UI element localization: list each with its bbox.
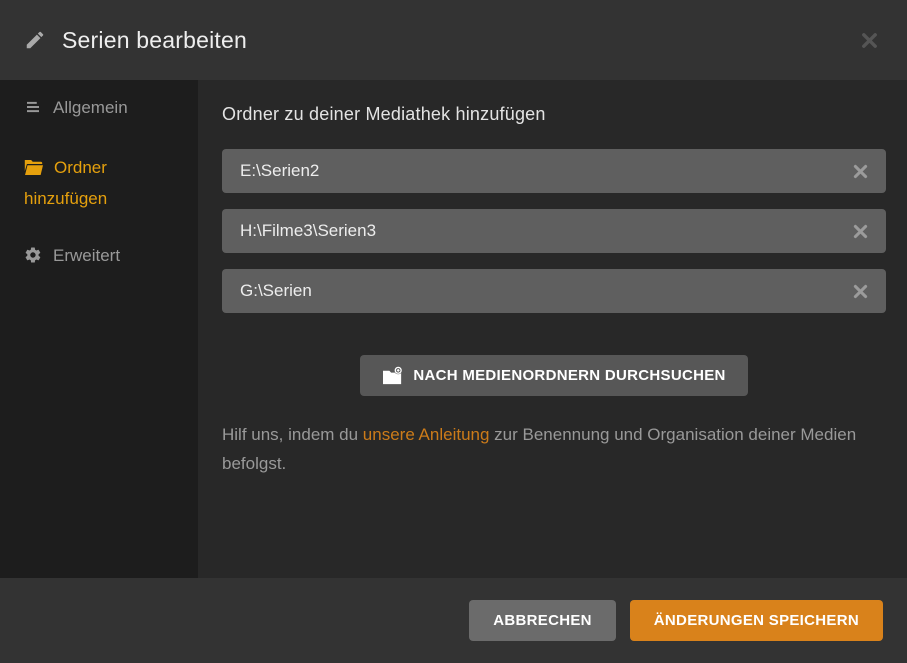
cancel-button[interactable]: ABBRECHEN <box>469 600 616 641</box>
x-icon <box>853 284 868 298</box>
browse-button-label: NACH MEDIENORDNERN DURCHSUCHEN <box>413 367 726 384</box>
browse-button-wrap: NACH MEDIENORDNERN DURCHSUCHEN <box>222 355 886 396</box>
dialog-body: Allgemein Ordner hinzufügen Erweitert Or… <box>0 80 907 578</box>
dialog-footer: ABBRECHEN ÄNDERUNGEN SPEICHERN <box>0 578 907 663</box>
naming-guide-link[interactable]: unsere Anleitung <box>363 425 490 444</box>
edit-pencil-icon <box>24 29 46 51</box>
folder-row <box>222 149 886 193</box>
sidebar-item-allgemein[interactable]: Allgemein <box>24 94 188 125</box>
folder-row <box>222 269 886 313</box>
sidebar: Allgemein Ordner hinzufügen Erweitert <box>0 80 198 578</box>
edit-library-dialog: Serien bearbeiten Allgemein Ordner hinzu… <box>0 0 907 663</box>
dialog-header: Serien bearbeiten <box>0 0 907 80</box>
x-icon <box>853 164 868 178</box>
sidebar-item-ordner-hinzufuegen[interactable]: Ordner hinzufügen <box>24 154 188 213</box>
folder-plus-icon <box>382 366 403 385</box>
content-heading: Ordner zu deiner Mediathek hinzufügen <box>222 104 546 124</box>
folder-row <box>222 209 886 253</box>
main-content: Ordner zu deiner Mediathek hinzufügen E:… <box>198 80 907 578</box>
sidebar-item-erweitert[interactable]: Erweitert <box>24 242 188 273</box>
remove-folder-button[interactable] <box>850 161 871 182</box>
help-text-before: Hilf uns, indem du <box>222 425 363 444</box>
help-text: Hilf uns, indem du unsere Anleitung zur … <box>222 420 886 478</box>
close-button[interactable] <box>856 27 883 54</box>
gear-icon <box>24 245 42 273</box>
browse-media-folders-button[interactable]: NACH MEDIENORDNERN DURCHSUCHEN <box>360 355 748 396</box>
save-button[interactable]: ÄNDERUNGEN SPEICHERN <box>629 600 883 641</box>
sidebar-item-label: Allgemein <box>53 98 128 117</box>
sidebar-item-label: Erweitert <box>53 246 121 265</box>
close-icon <box>862 32 877 48</box>
x-icon <box>853 224 868 238</box>
folder-icon <box>24 157 43 185</box>
folder-path-input[interactable] <box>240 221 850 241</box>
list-icon <box>24 97 42 125</box>
remove-folder-button[interactable] <box>850 221 871 242</box>
dialog-title: Serien bearbeiten <box>62 26 247 53</box>
folder-path-input[interactable] <box>240 281 850 301</box>
remove-folder-button[interactable] <box>850 281 871 302</box>
folder-path-input[interactable] <box>240 161 850 181</box>
